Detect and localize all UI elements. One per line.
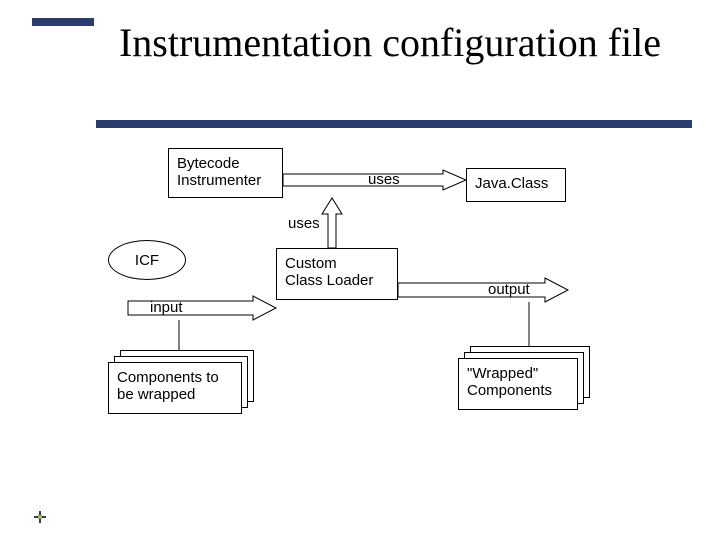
accent-bar-bottom bbox=[96, 120, 692, 128]
stack-components-in: Components to be wrapped bbox=[108, 350, 256, 414]
slide: Instrumentation configuration file Bytec… bbox=[0, 0, 720, 540]
label-input: input bbox=[150, 299, 183, 316]
label-uses-top: uses bbox=[368, 171, 400, 188]
label-uses-mid: uses bbox=[288, 215, 320, 232]
box-bytecode-instrumenter: Bytecode Instrumenter bbox=[168, 148, 283, 198]
line-components-out bbox=[528, 302, 530, 346]
arrow-uses-vertical bbox=[322, 198, 342, 248]
label-output: output bbox=[488, 281, 530, 298]
box-class-loader: Custom Class Loader bbox=[276, 248, 398, 300]
stack-components-out: "Wrapped" Components bbox=[458, 346, 596, 410]
box-components-in: Components to be wrapped bbox=[108, 362, 242, 414]
box-javaclass: Java.Class bbox=[466, 168, 566, 202]
line-components-in bbox=[178, 320, 180, 350]
accent-bar-top bbox=[32, 18, 94, 26]
box-components-out: "Wrapped" Components bbox=[458, 358, 578, 410]
ellipse-icf: ICF bbox=[108, 240, 186, 280]
arrow-output bbox=[398, 278, 568, 302]
bullet-icon bbox=[34, 510, 46, 522]
diagram: Bytecode Instrumenter Java.Class Custom … bbox=[108, 148, 603, 478]
page-title: Instrumentation configuration file bbox=[110, 20, 670, 66]
ellipse-icf-label: ICF bbox=[135, 252, 159, 269]
